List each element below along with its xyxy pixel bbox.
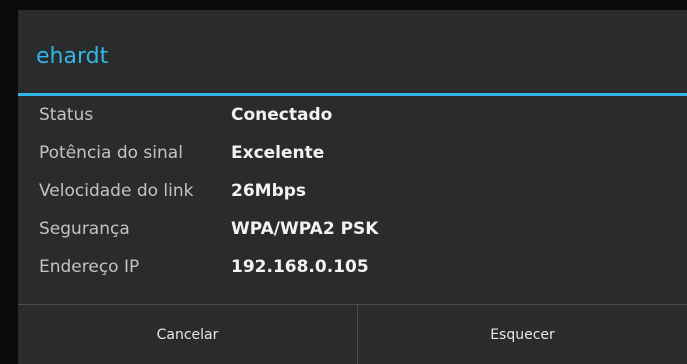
info-row-ip-address: Endereço IP 192.168.0.105 bbox=[18, 248, 687, 286]
signal-strength-label: Potência do sinal bbox=[39, 143, 183, 163]
info-row-security: Segurança WPA/WPA2 PSK bbox=[18, 210, 687, 248]
info-row-signal-strength: Potência do sinal Excelente bbox=[18, 134, 687, 172]
info-row-status: Status Conectado bbox=[18, 96, 687, 134]
dialog-button-bar: Cancelar Esquecer bbox=[18, 304, 687, 364]
dialog-header: ehardt bbox=[18, 10, 687, 96]
network-name-title: ehardt bbox=[36, 44, 109, 69]
wifi-network-dialog: ehardt Status Conectado Potência do sina… bbox=[18, 10, 687, 364]
cancel-button[interactable]: Cancelar bbox=[18, 305, 357, 364]
link-speed-value: 26Mbps bbox=[231, 181, 307, 201]
signal-strength-value: Excelente bbox=[231, 143, 325, 163]
link-speed-label: Velocidade do link bbox=[39, 181, 194, 201]
ip-address-label: Endereço IP bbox=[39, 257, 140, 277]
ip-address-value: 192.168.0.105 bbox=[231, 257, 369, 277]
status-value: Conectado bbox=[231, 105, 333, 125]
status-label: Status bbox=[39, 105, 94, 125]
info-row-link-speed: Velocidade do link 26Mbps bbox=[18, 172, 687, 210]
network-info-list: Status Conectado Potência do sinal Excel… bbox=[18, 96, 687, 304]
screen: ehardt Status Conectado Potência do sina… bbox=[0, 0, 687, 364]
security-value: WPA/WPA2 PSK bbox=[231, 219, 379, 239]
forget-button[interactable]: Esquecer bbox=[358, 305, 687, 364]
security-label: Segurança bbox=[39, 219, 130, 239]
